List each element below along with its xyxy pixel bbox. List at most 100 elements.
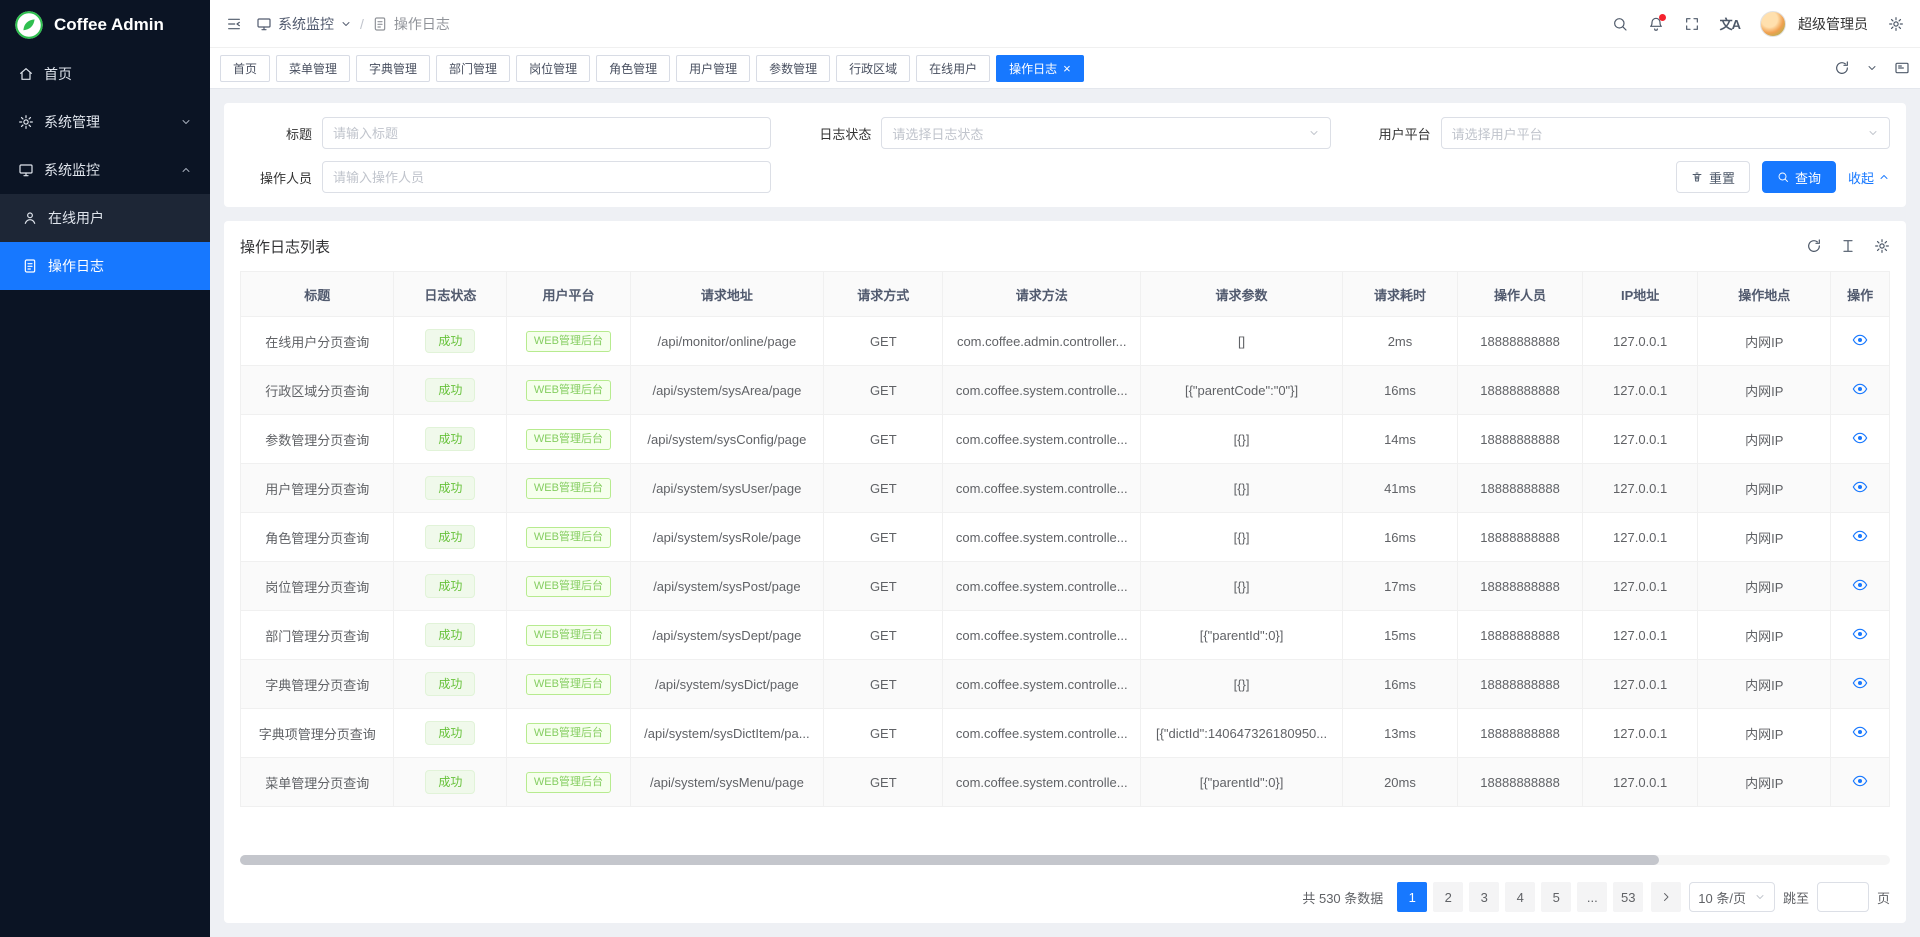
page-button-4[interactable]: 4 (1505, 882, 1535, 912)
cell-request-function: com.coffee.system.controlle... (943, 611, 1141, 660)
sidebar-item-system-management[interactable]: 系统管理 (0, 98, 210, 146)
cell-actions (1831, 464, 1890, 513)
logo-leaf-icon (14, 10, 44, 40)
next-page-button[interactable] (1651, 882, 1681, 912)
view-detail-eye-icon[interactable] (1852, 626, 1868, 642)
view-detail-eye-icon[interactable] (1852, 528, 1868, 544)
page-button-2[interactable]: 2 (1433, 882, 1463, 912)
search-icon[interactable] (1612, 16, 1628, 32)
tab-参数管理[interactable]: 参数管理 (756, 55, 830, 82)
platform-filter-select[interactable]: 请选择用户平台 (1441, 117, 1890, 149)
settings-gear-icon[interactable] (1888, 16, 1904, 32)
view-detail-eye-icon[interactable] (1852, 381, 1868, 397)
column-settings-gear-icon[interactable] (1874, 238, 1890, 254)
tab-菜单管理[interactable]: 菜单管理 (276, 55, 350, 82)
menu-label: 操作日志 (48, 256, 104, 276)
density-icon[interactable] (1840, 238, 1856, 254)
user-name[interactable]: 超级管理员 (1798, 14, 1868, 34)
cell-request-url: /api/system/sysConfig/page (630, 415, 824, 464)
tab-岗位管理[interactable]: 岗位管理 (516, 55, 590, 82)
screen-glyph (1894, 60, 1910, 76)
log-icon (22, 258, 38, 274)
view-detail-eye-icon[interactable] (1852, 577, 1868, 593)
refresh-icon[interactable] (1834, 60, 1850, 76)
view-detail-eye-icon[interactable] (1852, 773, 1868, 789)
search-button-label: 查询 (1795, 168, 1821, 187)
view-detail-eye-icon[interactable] (1852, 430, 1868, 446)
operator-filter-input[interactable] (322, 161, 771, 193)
table-row: 参数管理分页查询 成功 WEB管理后台 /api/system/sysConfi… (241, 415, 1890, 464)
search-button[interactable]: 查询 (1762, 161, 1836, 193)
pagination: 共 530 条数据 12345...53 10 条/页 跳至 页 (240, 871, 1890, 923)
cell-title: 角色管理分页查询 (241, 513, 394, 562)
tab-行政区域[interactable]: 行政区域 (836, 55, 910, 82)
table-row: 角色管理分页查询 成功 WEB管理后台 /api/system/sysRole/… (241, 513, 1890, 562)
collapse-filters-link[interactable]: 收起 (1848, 168, 1890, 187)
fullscreen-icon[interactable] (1684, 16, 1700, 32)
cell-request-params: [{}] (1141, 513, 1343, 562)
page-button-1[interactable]: 1 (1397, 882, 1427, 912)
breadcrumb-system-monitor[interactable]: 系统监控 (256, 14, 352, 34)
view-detail-eye-icon[interactable] (1852, 479, 1868, 495)
column-header: 请求参数 (1141, 272, 1343, 317)
tab-在线用户[interactable]: 在线用户 (916, 55, 990, 82)
eye-glyph (1852, 675, 1868, 691)
page-size-label: 10 条/页 (1698, 888, 1746, 907)
jump-page-input[interactable] (1817, 882, 1869, 912)
page-ellipsis[interactable]: ... (1577, 882, 1607, 912)
tab-用户管理[interactable]: 用户管理 (676, 55, 750, 82)
breadcrumb-label: 操作日志 (394, 14, 450, 34)
view-detail-eye-icon[interactable] (1852, 675, 1868, 691)
column-header: 标题 (241, 272, 394, 317)
cell-request-method: GET (824, 513, 943, 562)
sidebar-item-online-users[interactable]: 在线用户 (0, 194, 210, 242)
sidebar-item-home[interactable]: 首页 (0, 50, 210, 98)
table-row: 菜单管理分页查询 成功 WEB管理后台 /api/system/sysMenu/… (241, 758, 1890, 807)
title-filter-input[interactable] (322, 117, 771, 149)
refresh-icon[interactable] (1806, 238, 1822, 254)
cell-ip: 127.0.0.1 (1583, 562, 1698, 611)
cell-request-function: com.coffee.system.controlle... (943, 709, 1141, 758)
page-button-53[interactable]: 53 (1613, 882, 1643, 912)
tab-首页[interactable]: 首页 (220, 55, 270, 82)
collapse-filters-label: 收起 (1848, 168, 1874, 187)
page-size-select[interactable]: 10 条/页 (1689, 882, 1775, 912)
chevron-down-icon[interactable] (1866, 62, 1878, 74)
tab-字典管理[interactable]: 字典管理 (356, 55, 430, 82)
cell-location: 内网IP (1698, 611, 1831, 660)
reset-button[interactable]: 重置 (1676, 161, 1750, 193)
translate-icon[interactable]: 文A (1720, 14, 1740, 33)
view-detail-eye-icon[interactable] (1852, 332, 1868, 348)
collapse-sidebar-icon[interactable] (226, 16, 242, 32)
breadcrumb-label: 系统监控 (278, 14, 334, 34)
cell-platform: WEB管理后台 (507, 660, 630, 709)
avatar[interactable] (1760, 11, 1786, 37)
cell-operator: 18888888888 (1458, 562, 1583, 611)
content-fullscreen-icon[interactable] (1894, 60, 1910, 76)
jump-label: 跳至 (1783, 888, 1809, 907)
status-tag: 成功 (425, 770, 475, 794)
page-button-3[interactable]: 3 (1469, 882, 1499, 912)
horizontal-scrollbar[interactable] (240, 855, 1890, 865)
page-button-5[interactable]: 5 (1541, 882, 1571, 912)
bell-icon[interactable] (1648, 16, 1664, 32)
table-row: 字典管理分页查询 成功 WEB管理后台 /api/system/sysDict/… (241, 660, 1890, 709)
view-detail-eye-icon[interactable] (1852, 724, 1868, 740)
scrollbar-thumb[interactable] (240, 855, 1659, 865)
sidebar-item-system-monitor[interactable]: 系统监控 (0, 146, 210, 194)
status-filter-select[interactable]: 请选择日志状态 (881, 117, 1330, 149)
cell-actions (1831, 660, 1890, 709)
tab-部门管理[interactable]: 部门管理 (436, 55, 510, 82)
cell-platform: WEB管理后台 (507, 758, 630, 807)
topbar-right: 文A 超级管理员 (1612, 11, 1904, 37)
tab-操作日志[interactable]: 操作日志× (996, 55, 1084, 82)
tab-角色管理[interactable]: 角色管理 (596, 55, 670, 82)
logo-text: Coffee Admin (54, 15, 164, 35)
cell-location: 内网IP (1698, 366, 1831, 415)
search-icon (1777, 171, 1789, 183)
sidebar-item-operation-logs[interactable]: 操作日志 (0, 242, 210, 290)
platform-tag: WEB管理后台 (526, 331, 611, 352)
cell-operator: 18888888888 (1458, 758, 1583, 807)
gear-icon (18, 114, 34, 130)
tab-close-icon[interactable]: × (1063, 62, 1071, 75)
